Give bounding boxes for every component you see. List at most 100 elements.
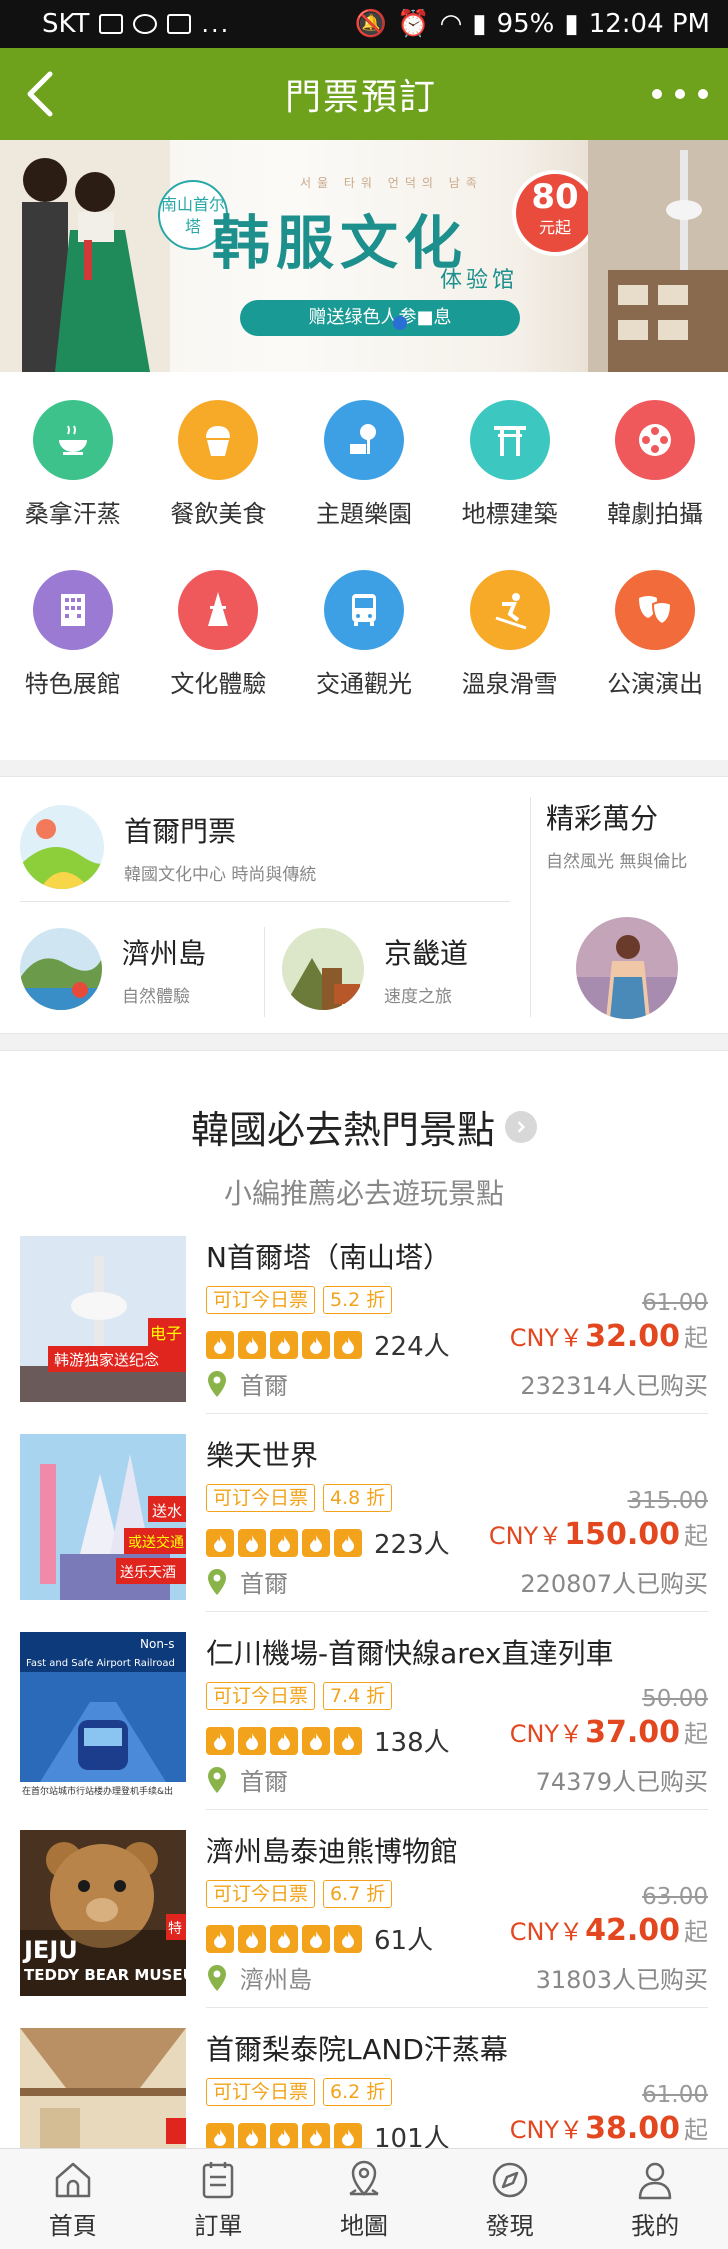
price-suffix: 起 xyxy=(684,1324,708,1352)
category-label: 文化體驗 xyxy=(170,670,267,698)
chevron-left-icon xyxy=(27,71,53,117)
image-caption: 或送交通 xyxy=(128,1534,184,1551)
attraction-item[interactable]: JEJU TEDDY BEAR MUSEU 特 濟州島泰迪熊博物館 可订今日票 6.… xyxy=(20,1830,708,2028)
image-caption: JEJU xyxy=(22,1936,78,1964)
price-suffix: 起 xyxy=(684,1720,708,1748)
image-caption: 在首尔站城市行站楼办理登机手续&出 xyxy=(22,1785,173,1797)
category-item[interactable]: 餐飲美食 xyxy=(146,400,292,570)
featured-middle-subtitle: 速度之旅 xyxy=(384,986,452,1007)
banner-ribbon: 赠送绿色人参■息 xyxy=(240,300,520,336)
category-label: 公演演出 xyxy=(607,670,704,698)
tower-icon xyxy=(178,570,259,650)
image-icon xyxy=(167,14,192,34)
more-dot-icon xyxy=(697,89,708,99)
price-currency: CNY￥ xyxy=(509,1918,584,1946)
current-price: CNY￥ 38.00 起 xyxy=(510,2110,708,2146)
price-amount: 38.00 xyxy=(585,2111,680,2146)
featured-jeju-card[interactable]: 濟州島 自然體驗 xyxy=(20,919,206,1019)
gyeonggi-thumbnail xyxy=(282,928,364,1010)
banner-price-badge: 80 元起 xyxy=(512,170,598,256)
sold-count: 232314人已购买 xyxy=(520,1372,708,1400)
category-item[interactable]: 韓劇拍攝 xyxy=(582,400,728,570)
location-pin-icon xyxy=(208,1568,226,1595)
nav-label: 地圖 xyxy=(339,2211,388,2240)
section-subtitle: 小編推薦必去遊玩景點 xyxy=(223,1177,504,1210)
sold-count: 31803人已购买 xyxy=(535,1966,708,1994)
nav-orders[interactable]: 訂單 xyxy=(146,2149,292,2249)
featured-middle-title: 京畿道 xyxy=(384,936,469,970)
category-item[interactable]: 桑拿汗蒸 xyxy=(0,400,146,570)
current-price: CNY￥ 150.00 起 xyxy=(489,1516,708,1552)
category-label: 地標建築 xyxy=(461,500,558,528)
banner-price-number: 80 xyxy=(531,177,579,217)
nav-discover[interactable]: 發現 xyxy=(437,2149,583,2249)
order-list-icon xyxy=(203,2161,234,2198)
more-options-button[interactable] xyxy=(651,74,708,114)
section-title: 韓國必去熱門景點 xyxy=(190,1108,495,1152)
section-header[interactable]: 韓國必去熱門景點 xyxy=(191,1099,537,1154)
flame-icon xyxy=(270,1924,298,1953)
more-dot-icon xyxy=(651,89,662,99)
nav-map[interactable]: 地圖 xyxy=(291,2149,437,2249)
flame-icon xyxy=(302,2122,330,2151)
attraction-item[interactable]: 送水 或送交通 送乐天酒 樂天世界 可订今日票 4.8 折 223人 首爾 31… xyxy=(20,1434,708,1632)
attraction-item[interactable]: 电子 韩游独家送纪念 N首爾塔（南山塔） 可订今日票 5.2 折 224人 首爾… xyxy=(20,1236,708,1434)
featured-seoul-card[interactable]: 首爾門票 韓國文化中心 時尚與傳統 xyxy=(20,797,510,897)
nav-home[interactable]: 首頁 xyxy=(0,2149,146,2249)
seoul-thumbnail xyxy=(20,805,104,889)
map-pin-icon xyxy=(349,2160,379,2196)
carrier-label: SKT xyxy=(42,9,90,39)
price-amount: 32.00 xyxy=(585,1319,680,1354)
ticket-today-badge: 可订今日票 xyxy=(206,1682,316,1710)
featured-gyeonggi-card[interactable]: 京畿道 速度之旅 xyxy=(282,919,468,1019)
image-caption: 韩游独家送纪念 xyxy=(54,1351,159,1369)
namsan-tower-image xyxy=(588,140,728,372)
image-caption: 电子 xyxy=(150,1324,182,1343)
battery-icon: ▮ xyxy=(564,9,579,39)
flame-icon xyxy=(270,1528,298,1557)
skier-icon xyxy=(469,570,550,650)
category-item[interactable]: 交通觀光 xyxy=(291,570,437,740)
nav-label: 我的 xyxy=(631,2211,680,2240)
flame-icon xyxy=(334,1924,362,1953)
category-item[interactable]: 地標建築 xyxy=(437,400,583,570)
banner-title: 韩服文化 xyxy=(212,209,469,277)
carousel-indicator[interactable] xyxy=(393,316,407,330)
category-item[interactable]: 特色展館 xyxy=(0,570,146,740)
location-label: 首爾 xyxy=(240,1768,288,1796)
page-title: 門票預訂 xyxy=(284,77,437,118)
ticket-today-badge: 可订今日票 xyxy=(206,1484,316,1512)
location-label: 濟州島 xyxy=(240,1966,312,1994)
sold-count: 74379人已购买 xyxy=(535,1768,708,1796)
price-amount: 37.00 xyxy=(585,1715,680,1750)
sold-count: 220807人已购买 xyxy=(520,1570,708,1598)
category-item[interactable]: 文化體驗 xyxy=(146,570,292,740)
highlight-thumbnail[interactable] xyxy=(576,917,678,1019)
category-item[interactable]: 溫泉滑雪 xyxy=(437,570,583,740)
current-price: CNY￥ 42.00 起 xyxy=(510,1912,708,1948)
location-pin-icon xyxy=(208,1766,226,1793)
price-currency: CNY￥ xyxy=(509,2116,584,2144)
attraction-item[interactable]: Non-s Fast and Safe Airport Railroad 在首尔站城… xyxy=(20,1632,708,1830)
seoul-tower-thumbnail: 电子韩游独家送纪念 xyxy=(20,1236,186,1402)
flame-icon xyxy=(238,1330,266,1359)
featured-highlight-card[interactable]: 精彩萬分 自然風光 無與倫比 xyxy=(546,797,687,872)
flame-icon xyxy=(238,1528,266,1557)
alarm-icon: ⏰ xyxy=(397,9,430,39)
divider xyxy=(530,797,531,1017)
image-caption: 特 xyxy=(168,1921,182,1937)
cupcake-icon xyxy=(178,400,259,480)
nav-profile[interactable]: 我的 xyxy=(582,2149,728,2249)
category-label: 特色展館 xyxy=(24,670,121,698)
category-item[interactable]: 公演演出 xyxy=(582,570,728,740)
category-item[interactable]: 主題樂園 xyxy=(291,400,437,570)
price-currency: CNY￥ xyxy=(509,1324,584,1352)
back-button[interactable] xyxy=(26,64,70,124)
price-amount: 150.00 xyxy=(564,1517,680,1552)
flame-icon xyxy=(238,2122,266,2151)
featured-right-subtitle: 自然風光 無與倫比 xyxy=(546,852,688,872)
review-count: 223人 xyxy=(374,1530,450,1560)
location: 首爾 xyxy=(206,1366,288,1401)
price-amount: 42.00 xyxy=(585,1913,680,1948)
promo-banner[interactable]: 서울 타워 언덕의 남족 南山首尔塔 韩服文化 体验馆 赠送绿色人参■息 80 … xyxy=(0,140,728,372)
